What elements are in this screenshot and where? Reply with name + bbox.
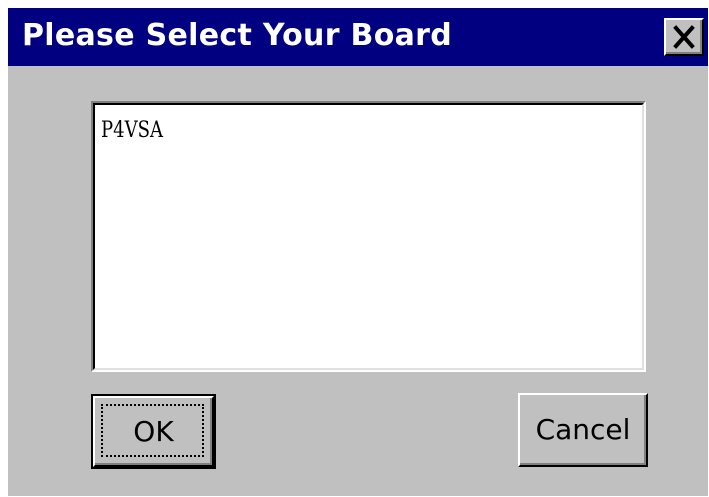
title-bar: Please Select Your Board (8, 8, 708, 66)
cancel-button-label: Cancel (535, 413, 631, 446)
ok-button[interactable]: OK (91, 394, 216, 469)
board-list-item[interactable]: P4VSA (101, 117, 163, 145)
window-title: Please Select Your Board (22, 18, 453, 53)
select-board-dialog: Please Select Your Board P4VSA OK Cancel (8, 8, 708, 496)
cancel-button[interactable]: Cancel (518, 393, 648, 467)
ok-button-label: OK (133, 414, 174, 448)
board-list[interactable]: P4VSA (91, 101, 646, 372)
close-button[interactable] (664, 18, 704, 56)
close-icon (673, 25, 695, 49)
board-list-inner: P4VSA (93, 103, 644, 370)
